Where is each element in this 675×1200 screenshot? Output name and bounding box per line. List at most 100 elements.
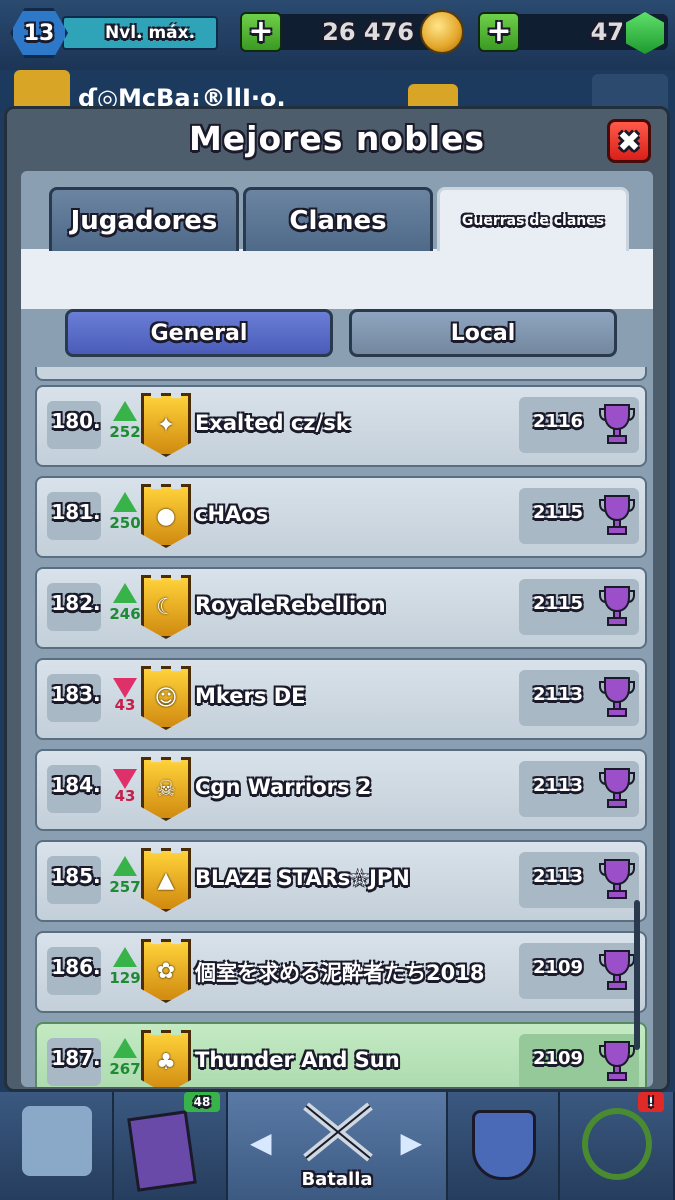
trophy-count: 2115 (532, 593, 584, 614)
cards-icon (127, 1110, 197, 1192)
badge-symbol: ● (156, 503, 176, 529)
modal-content: Jugadores Clanes Guerras de clanes Gener… (21, 171, 653, 1087)
plus-icon: + (486, 14, 512, 49)
toggle-global[interactable]: General (65, 309, 333, 357)
badge-count: 48 (193, 1095, 211, 1109)
trophy-icon (599, 586, 635, 626)
rank-change: 250 (109, 514, 141, 532)
badge-symbol: ✿ (156, 958, 176, 984)
rank-number: 182. (51, 591, 101, 615)
gold-coin-icon (420, 10, 464, 54)
rank-up-arrow-icon (113, 583, 137, 603)
clan-name: Cgn Warriors 2 (195, 775, 372, 799)
trophy-icon (599, 1041, 635, 1081)
rank-down-arrow-icon (113, 678, 137, 698)
close-icon: ✖ (617, 124, 641, 158)
add-gold-button[interactable]: + (240, 12, 282, 52)
rank-number: 181. (51, 500, 101, 524)
leaderboard-list[interactable]: 180. 252 ✦ Exalted cz/sk 2116 181. 250 ●… (35, 367, 647, 1087)
toggle-label: Local (450, 320, 516, 346)
rank-number: 183. (51, 682, 101, 706)
tab-clan-wars[interactable]: Guerras de clanes (437, 187, 629, 251)
gem-amount: 47 (590, 18, 624, 46)
rank-number: 184. (51, 773, 101, 797)
crossed-swords-icon (303, 1102, 373, 1162)
clan-row[interactable]: 186. 129 ✿ 個室を求める泥酔者たち2018 2109 (35, 931, 647, 1013)
scrollbar[interactable] (634, 900, 640, 1050)
badge-symbol: ☾ (156, 594, 176, 620)
tab-clans[interactable]: Clanes (243, 187, 433, 251)
tab-panel-header (21, 249, 653, 309)
clan-row[interactable]: 182. 246 ☾ RoyaleRebellion 2115 (35, 567, 647, 649)
clan-row[interactable]: 181. 250 ● cHAos 2115 (35, 476, 647, 558)
laurel-icon (582, 1108, 652, 1180)
badge-symbol: ▲ (157, 867, 175, 893)
clan-badge-icon: ☠ (141, 757, 191, 821)
rank-up-arrow-icon (113, 401, 137, 421)
level-status-label: Nvl. máx. (104, 23, 196, 43)
clan-name: RoyaleRebellion (195, 593, 386, 617)
clan-row[interactable]: 185. 257 ▲ BLAZE STARs☆JPN 2113 (35, 840, 647, 922)
level-status-bar[interactable]: Nvl. máx. (62, 16, 218, 50)
clan-name: Thunder And Sun (195, 1048, 400, 1072)
clan-name: BLAZE STARs☆JPN (195, 866, 410, 890)
rank-up-arrow-icon (113, 947, 137, 967)
nav-clan[interactable] (448, 1092, 560, 1200)
nav-battle[interactable]: ◀ ▶ Batalla (228, 1092, 448, 1200)
nav-cards[interactable]: 48 (114, 1092, 228, 1200)
rank-number: 186. (51, 955, 101, 979)
clan-name: 個室を求める泥酔者たち2018 (195, 961, 485, 985)
rank-change: 43 (114, 696, 136, 714)
trophy-icon (599, 950, 635, 990)
rank-up-arrow-icon (113, 492, 137, 512)
trophy-count: 2115 (532, 502, 584, 523)
trophy-icon (599, 495, 635, 535)
gold-amount: 26 476 (322, 18, 414, 46)
notification-badge: ! (638, 1092, 664, 1112)
level-number: 13 (23, 20, 55, 46)
chevron-right-icon[interactable]: ▶ (400, 1126, 422, 1159)
badge-symbol: ✦ (156, 412, 176, 438)
rank-number: 185. (51, 864, 101, 888)
clan-badge-icon: ♣ (141, 1030, 191, 1087)
clan-shield-icon (472, 1110, 536, 1180)
nav-tournaments[interactable]: ! (560, 1092, 675, 1200)
own-clan-row[interactable]: 187. 267 ♣ Thunder And Sun 2109 (35, 1022, 647, 1087)
nav-shop[interactable] (0, 1092, 114, 1200)
clan-row[interactable]: 183. 43 ☺ Mkers DE 2113 (35, 658, 647, 740)
badge-symbol: ♣ (156, 1049, 176, 1075)
rank-change: 252 (109, 423, 141, 441)
rank-number: 180. (51, 409, 101, 433)
toggle-local[interactable]: Local (349, 309, 617, 357)
add-gems-button[interactable]: + (478, 12, 520, 52)
bottom-nav: 48 ◀ ▶ Batalla ! (0, 1092, 675, 1200)
close-button[interactable]: ✖ (607, 119, 651, 163)
trophy-count: 2116 (532, 411, 584, 432)
rank-change: 129 (109, 969, 141, 987)
modal-title: Mejores nobles (188, 119, 486, 158)
nav-battle-label: Batalla (301, 1169, 373, 1190)
trophy-icon (599, 677, 635, 717)
badge-text: ! (648, 1095, 654, 1109)
rank-change: 43 (114, 787, 136, 805)
tab-label: Clanes (289, 205, 387, 236)
trophy-count: 2113 (532, 866, 584, 887)
rank-down-arrow-icon (113, 769, 137, 789)
rank-change: 257 (109, 878, 141, 896)
list-row-partial (35, 367, 647, 381)
clan-row[interactable]: 184. 43 ☠ Cgn Warriors 2 2113 (35, 749, 647, 831)
clan-name: Exalted cz/sk (195, 411, 350, 435)
clan-badge-icon: ▲ (141, 848, 191, 912)
trophy-icon (599, 404, 635, 444)
trophy-count: 2109 (532, 957, 584, 978)
clan-row[interactable]: 180. 252 ✦ Exalted cz/sk 2116 (35, 385, 647, 467)
clan-badge-icon: ✿ (141, 939, 191, 1003)
rank-number: 187. (51, 1046, 101, 1070)
rank-up-arrow-icon (113, 856, 137, 876)
tab-label: Guerras de clanes (461, 212, 605, 229)
chest-icon (22, 1106, 92, 1176)
tab-players[interactable]: Jugadores (49, 187, 239, 251)
badge-symbol: ☠ (156, 776, 176, 802)
chevron-left-icon[interactable]: ◀ (250, 1126, 272, 1159)
plus-icon: + (248, 14, 274, 49)
